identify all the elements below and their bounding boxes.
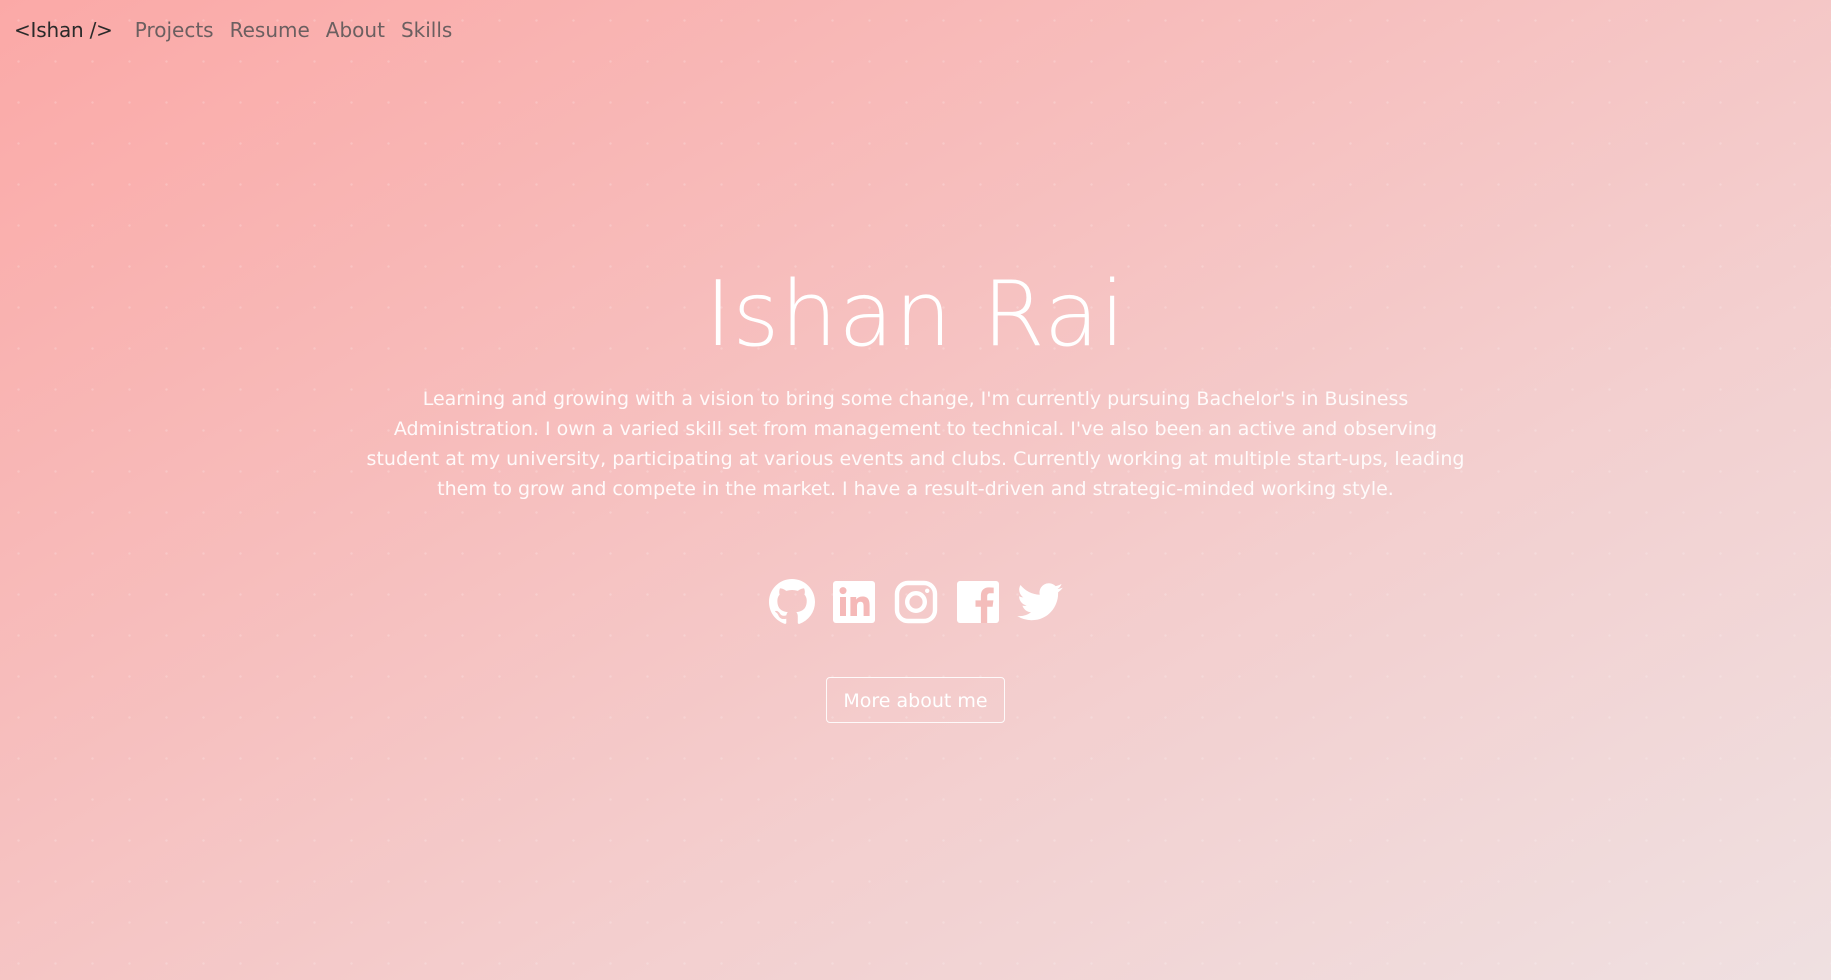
nav-link-resume[interactable]: Resume (230, 18, 310, 42)
facebook-icon[interactable] (954, 578, 1002, 626)
hero-title: Ishan Rai (705, 262, 1126, 367)
linkedin-icon[interactable] (830, 578, 878, 626)
navbar: <Ishan /> Projects Resume About Skills (0, 0, 468, 60)
github-icon[interactable] (768, 578, 816, 626)
hero-bio: Learning and growing with a vision to br… (366, 388, 1465, 500)
more-about-me-button[interactable]: More about me (826, 677, 1005, 723)
nav-link-skills[interactable]: Skills (401, 18, 452, 42)
nav-link-projects[interactable]: Projects (135, 18, 214, 42)
social-links (768, 577, 1064, 627)
hero-section: Ishan Rai Learning and growing with a vi… (0, 270, 1831, 723)
instagram-icon[interactable] (892, 578, 940, 626)
twitter-icon[interactable] (1016, 578, 1064, 626)
brand-logo[interactable]: <Ishan /> (14, 18, 113, 42)
nav-link-about[interactable]: About (326, 18, 385, 42)
